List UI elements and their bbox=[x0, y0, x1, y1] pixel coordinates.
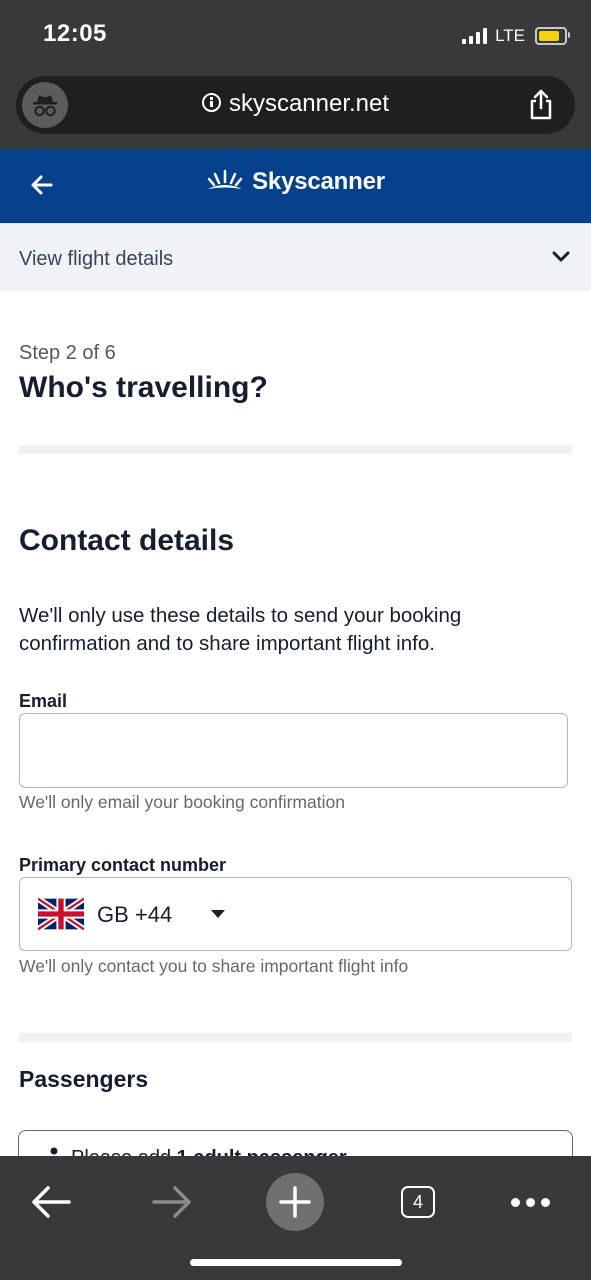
page-title: Who's travelling? bbox=[19, 371, 268, 404]
skyscanner-logo[interactable]: Skyscanner bbox=[0, 168, 591, 196]
signal-icon bbox=[462, 28, 488, 44]
contact-details-description: We'll only use these details to send you… bbox=[19, 604, 462, 655]
phone-number-field[interactable] bbox=[251, 877, 572, 951]
plus-icon bbox=[266, 1173, 324, 1231]
email-field[interactable] bbox=[19, 713, 568, 788]
brand-name: Skyscanner bbox=[252, 168, 385, 195]
info-icon[interactable] bbox=[201, 93, 221, 113]
chevron-down-icon[interactable] bbox=[551, 250, 571, 269]
section-divider bbox=[19, 445, 572, 454]
battery-icon bbox=[535, 27, 570, 45]
flight-details-toggle[interactable]: View flight details bbox=[0, 223, 591, 291]
app-header: Skyscanner bbox=[0, 149, 591, 223]
country-code-value: GB +44 bbox=[97, 902, 173, 927]
url-display[interactable]: skyscanner.net bbox=[16, 90, 575, 118]
network-label: LTE bbox=[495, 26, 525, 45]
browser-back-icon[interactable] bbox=[24, 1170, 78, 1234]
browser-forward-icon[interactable] bbox=[145, 1170, 199, 1234]
status-bar: 12:05 LTE bbox=[0, 0, 591, 70]
status-time: 12:05 bbox=[43, 20, 107, 47]
uk-flag-icon bbox=[36, 896, 86, 935]
phone-helper-text: We'll only contact you to share importan… bbox=[19, 956, 409, 976]
email-label: Email bbox=[19, 691, 68, 711]
browser-toolbar-bottom: 4 bbox=[0, 1156, 591, 1280]
caret-down-icon bbox=[211, 910, 225, 918]
new-tab-button[interactable] bbox=[266, 1170, 324, 1234]
email-helper-text: We'll only email your booking confirmati… bbox=[19, 792, 345, 812]
tab-switcher-button[interactable]: 4 bbox=[397, 1170, 439, 1234]
address-bar[interactable]: skyscanner.net bbox=[16, 76, 575, 134]
more-options-icon[interactable] bbox=[508, 1170, 552, 1234]
url-text: skyscanner.net bbox=[228, 90, 390, 117]
country-code-select[interactable]: GB +44 bbox=[19, 877, 252, 951]
sunrise-logo-icon bbox=[207, 169, 243, 189]
tab-count: 4 bbox=[401, 1186, 435, 1218]
browser-toolbar-top: skyscanner.net bbox=[0, 70, 591, 149]
share-icon[interactable] bbox=[529, 88, 553, 125]
contact-details-title: Contact details bbox=[19, 524, 235, 557]
status-indicators: LTE bbox=[462, 26, 570, 46]
phone-label: Primary contact number bbox=[19, 855, 227, 875]
section-divider bbox=[19, 1033, 572, 1042]
passengers-title: Passengers bbox=[19, 1066, 149, 1092]
step-indicator: Step 2 of 6 bbox=[19, 342, 116, 364]
home-indicator[interactable] bbox=[190, 1259, 402, 1266]
flight-details-label: View flight details bbox=[19, 248, 174, 270]
